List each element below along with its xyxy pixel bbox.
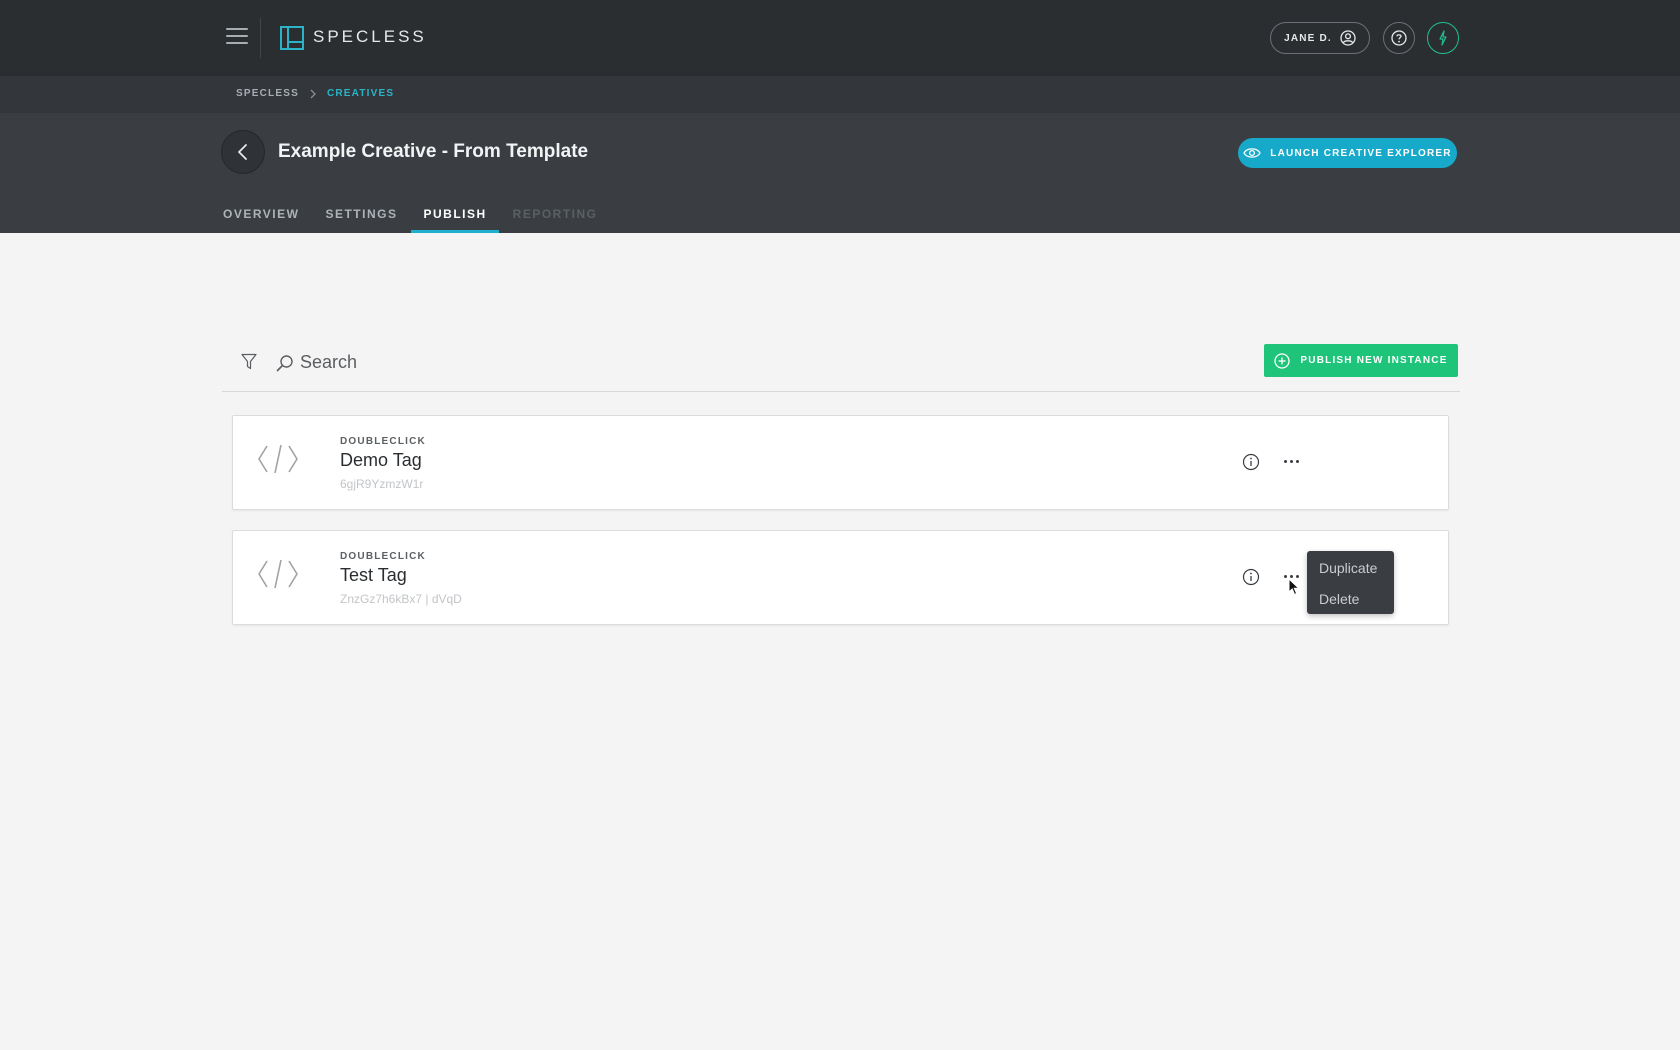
logo-text: SPECLESS [313, 27, 427, 46]
tab-publish[interactable]: PUBLISH [411, 193, 499, 233]
menu-item-duplicate[interactable]: Duplicate [1307, 558, 1394, 583]
page-title: Example Creative - From Template [278, 141, 589, 162]
publish-new-instance-label: PUBLISH NEW INSTANCE [1300, 355, 1448, 366]
breadcrumb-root[interactable]: SPECLESS [236, 88, 299, 99]
back-button[interactable] [221, 130, 265, 174]
activity-button[interactable] [1427, 22, 1459, 54]
info-icon[interactable] [1242, 568, 1260, 586]
instance-card[interactable]: DOUBLECLICK Demo Tag 6gjR9YzmzW1r [232, 415, 1449, 510]
help-button[interactable] [1383, 22, 1415, 54]
code-icon [258, 444, 298, 474]
filter-icon[interactable] [241, 353, 257, 371]
help-icon [1391, 30, 1407, 46]
search-input[interactable] [300, 348, 700, 376]
search-icon [276, 355, 293, 372]
code-icon [258, 559, 298, 589]
top-bar: SPECLESS JANE D. [0, 0, 1680, 76]
instance-id: 6gjR9YzmzW1r [340, 477, 424, 491]
instance-name[interactable]: Demo Tag [340, 450, 422, 471]
breadcrumb-bar: SPECLESS CREATIVES [0, 76, 1680, 113]
instance-platform: DOUBLECLICK [340, 551, 426, 562]
user-circle-icon [1340, 30, 1356, 46]
menu-item-delete[interactable]: Delete [1307, 589, 1394, 614]
launch-creative-explorer-label: LAUNCH CREATIVE EXPLORER [1270, 147, 1452, 159]
chevron-left-icon [238, 144, 247, 160]
instance-platform: DOUBLECLICK [340, 436, 426, 447]
mouse-cursor-icon [1288, 578, 1300, 596]
tab-reporting: REPORTING [512, 207, 598, 221]
breadcrumb: SPECLESS CREATIVES [236, 88, 394, 99]
instance-card[interactable]: DOUBLECLICK Test Tag ZnzGz7h6kBx7 | dVqD [232, 530, 1449, 625]
instance-context-menu: Duplicate Delete [1307, 551, 1394, 614]
chevron-right-icon [310, 89, 316, 98]
topbar-divider [260, 18, 261, 58]
hamburger-menu-icon[interactable] [226, 28, 248, 48]
tab-bar: OVERVIEW SETTINGS PUBLISH REPORTING [223, 193, 624, 233]
info-icon[interactable] [1242, 453, 1260, 471]
tab-overview[interactable]: OVERVIEW [223, 193, 299, 233]
instance-id: ZnzGz7h6kBx7 | dVqD [340, 592, 462, 606]
launch-creative-explorer-button[interactable]: LAUNCH CREATIVE EXPLORER [1238, 138, 1457, 168]
publish-new-instance-button[interactable]: PUBLISH NEW INSTANCE [1264, 344, 1458, 377]
user-menu-button[interactable]: JANE D. [1270, 22, 1370, 54]
bolt-icon [1439, 30, 1447, 46]
breadcrumb-current[interactable]: CREATIVES [327, 88, 394, 99]
user-name: JANE D. [1284, 32, 1332, 44]
instances-toolbar: PUBLISH NEW INSTANCE [222, 342, 1460, 392]
page-header: Example Creative - From Template LAUNCH … [0, 113, 1680, 233]
eye-icon [1243, 148, 1262, 158]
plus-circle-icon [1274, 352, 1291, 369]
more-options-icon[interactable] [1279, 451, 1303, 471]
specless-logo-icon [280, 26, 304, 50]
tab-settings[interactable]: SETTINGS [325, 193, 397, 233]
instance-name[interactable]: Test Tag [340, 565, 407, 586]
